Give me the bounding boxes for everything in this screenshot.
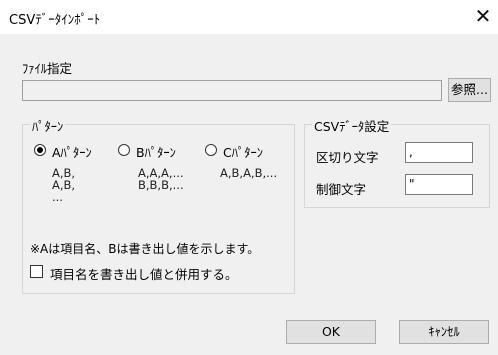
- pattern-c-radio[interactable]: Cﾊﾟﾀｰﾝ: [205, 142, 293, 160]
- use-item-names-checkbox[interactable]: 項目名を書き出し値と併用する。: [30, 264, 250, 282]
- ok-button[interactable]: OK: [286, 320, 376, 344]
- pattern-c-example: A,B,A,B,...: [220, 166, 278, 180]
- control-char-input[interactable]: ": [405, 174, 473, 195]
- control-char-label: 制御文字: [316, 182, 367, 197]
- pattern-b-radio[interactable]: Bﾊﾟﾀｰﾝ: [118, 142, 208, 160]
- radio-selected-icon: [34, 144, 46, 156]
- file-path-field[interactable]: [22, 80, 442, 101]
- file-label: ﾌｧｲﾙ指定: [22, 61, 73, 76]
- radio-unselected-icon: [118, 144, 130, 156]
- use-item-names-label: 項目名を書き出し値と併用する。: [50, 267, 238, 282]
- delimiter-label: 区切り文字: [316, 150, 379, 165]
- cancel-button[interactable]: ｷｬﾝｾﾙ: [399, 320, 489, 344]
- browse-button[interactable]: 参照...: [448, 78, 491, 102]
- delimiter-input[interactable]: ,: [405, 142, 473, 163]
- csv-settings-legend: CSVﾃﾞｰﾀ設定: [312, 116, 392, 135]
- close-icon[interactable]: ✕: [470, 3, 496, 29]
- pattern-a-example: A,B, A,B, ...: [52, 166, 76, 204]
- checkbox-icon: [30, 265, 43, 278]
- pattern-a-label: Aﾊﾟﾀｰﾝ: [52, 145, 92, 160]
- pattern-note: ※Aは項目名、Bは書き出し値を示します。: [30, 242, 260, 256]
- pattern-b-label: Bﾊﾟﾀｰﾝ: [136, 145, 176, 160]
- pattern-a-radio[interactable]: Aﾊﾟﾀｰﾝ: [34, 142, 124, 160]
- pattern-b-example: A,A,A,... B,B,B,...: [138, 166, 184, 192]
- pattern-group-legend: ﾊﾟﾀｰﾝ: [30, 116, 66, 135]
- pattern-c-label: Cﾊﾟﾀｰﾝ: [223, 145, 263, 160]
- radio-unselected-icon: [205, 144, 217, 156]
- window-title: CSVﾃﾞｰﾀｲﾝﾎﾟｰﾄ: [9, 13, 101, 28]
